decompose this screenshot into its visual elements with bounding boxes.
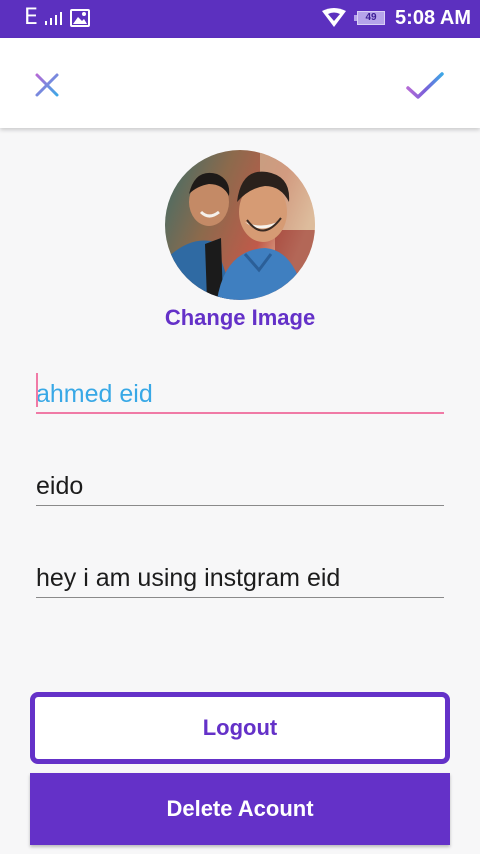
app-toolbar	[0, 38, 480, 128]
status-bar-right: 49 5:08 AM	[321, 5, 471, 31]
change-image-link[interactable]: Change Image	[0, 305, 480, 331]
status-bar-left: E	[24, 5, 90, 31]
signal-icon	[44, 12, 62, 25]
status-bar: E 49 5:08 AM	[0, 0, 480, 38]
name-input-underline	[36, 412, 444, 414]
text-cursor	[36, 373, 38, 407]
check-icon	[406, 72, 444, 99]
bio-input-underline	[36, 597, 444, 598]
profile-photo	[165, 150, 315, 300]
battery-icon: 49	[354, 11, 386, 25]
confirm-button[interactable]	[402, 66, 448, 106]
name-input[interactable]	[36, 374, 444, 414]
close-button[interactable]	[30, 68, 64, 102]
image-notification-icon	[69, 9, 90, 27]
bio-input[interactable]	[36, 558, 444, 598]
wifi-icon	[322, 8, 347, 27]
username-input[interactable]	[36, 466, 444, 506]
close-icon	[35, 73, 59, 97]
profile-avatar[interactable]	[165, 150, 315, 300]
status-time: 5:08 AM	[395, 7, 471, 29]
delete-account-button[interactable]: Delete Acount	[30, 773, 450, 845]
network-type: E	[24, 5, 38, 30]
username-input-underline	[36, 505, 444, 506]
logout-button[interactable]: Logout	[30, 692, 450, 764]
